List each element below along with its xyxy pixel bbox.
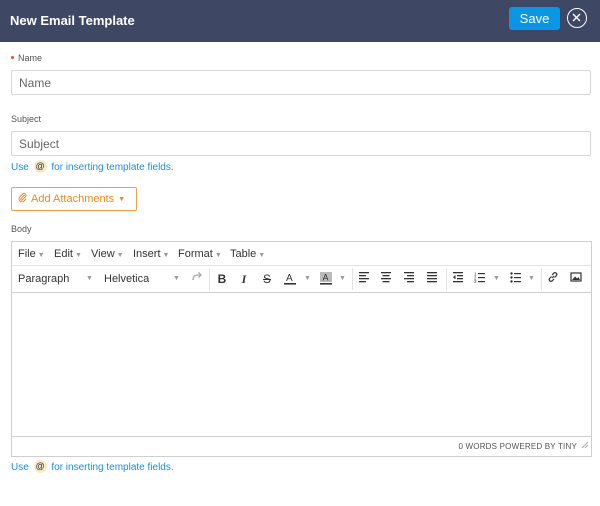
svg-text:A: A: [286, 273, 293, 284]
caret-down-icon: ▼: [304, 275, 311, 282]
resize-handle-icon[interactable]: [581, 436, 589, 454]
image-icon[interactable]: [568, 271, 584, 287]
required-indicator: [11, 56, 14, 60]
text-color-icon[interactable]: A: [282, 271, 298, 287]
menu-insert[interactable]: Insert ▼: [133, 248, 169, 260]
menu-table[interactable]: Table ▼: [230, 248, 265, 260]
body-label: Body: [11, 224, 32, 234]
add-attachments-label: Add Attachments: [31, 193, 115, 205]
editor-toolbar: Paragraph ▼ Helvetica ▼ B I S A ▼ A ▼ 1 …: [12, 266, 591, 293]
modal-header: New Email Template Save: [0, 0, 600, 42]
background-color-icon[interactable]: A: [318, 271, 334, 287]
at-icon: @: [33, 460, 47, 473]
modal-title: New Email Template: [10, 13, 135, 28]
bulleted-list-icon[interactable]: [508, 271, 524, 287]
svg-text:A: A: [323, 273, 329, 283]
caret-down-icon: ▼: [493, 275, 500, 282]
font-family-select[interactable]: Helvetica: [104, 273, 149, 285]
align-justify-icon[interactable]: [424, 271, 440, 287]
subject-label: Subject: [11, 114, 42, 124]
menu-edit[interactable]: Edit ▼: [54, 248, 82, 260]
menu-format[interactable]: Format ▼: [178, 248, 222, 260]
editor-content-area[interactable]: [12, 294, 591, 437]
outdent-icon[interactable]: [450, 271, 466, 287]
name-label: Name: [11, 53, 42, 63]
editor-menubar: File ▼ Edit ▼ View ▼ Insert ▼ Format ▼ Table ▼: [12, 242, 591, 266]
close-button[interactable]: [567, 8, 587, 28]
caret-down-icon: ▼: [339, 275, 346, 282]
numbered-list-icon[interactable]: 123: [472, 271, 488, 287]
italic-icon[interactable]: I: [236, 271, 252, 287]
align-right-icon[interactable]: [401, 271, 417, 287]
bold-icon[interactable]: B: [214, 271, 230, 287]
name-input[interactable]: [11, 70, 591, 95]
add-attachments-button[interactable]: Add Attachments ▼: [11, 187, 137, 211]
rich-text-editor: File ▼ Edit ▼ View ▼ Insert ▼ Format ▼ Table ▼…: [11, 241, 592, 457]
strikethrough-icon[interactable]: S: [259, 271, 275, 287]
toolbar-divider: [541, 268, 542, 290]
subject-input[interactable]: [11, 131, 591, 156]
caret-down-icon: ▼: [173, 275, 180, 282]
caret-down-icon: ▼: [118, 196, 126, 203]
editor-statusbar: 0 WORDS POWERED BY TINY: [12, 436, 591, 456]
at-icon: @: [33, 160, 47, 173]
caret-down-icon: ▼: [86, 275, 93, 282]
align-left-icon[interactable]: [356, 271, 372, 287]
save-button[interactable]: Save: [509, 7, 560, 30]
toolbar-divider: [446, 268, 447, 290]
template-fields-hint: Use @ for inserting template fields.: [11, 460, 174, 473]
template-fields-hint: Use @ for inserting template fields.: [11, 160, 174, 173]
svg-text:3: 3: [474, 279, 477, 283]
caret-down-icon: ▼: [528, 275, 535, 282]
block-format-select[interactable]: Paragraph: [18, 273, 69, 285]
align-center-icon[interactable]: [378, 271, 394, 287]
link-icon[interactable]: [545, 271, 561, 287]
menu-view[interactable]: View ▼: [91, 248, 124, 260]
close-icon: [572, 13, 581, 22]
menu-file[interactable]: File ▼: [18, 248, 45, 260]
paperclip-icon: [18, 188, 27, 210]
toolbar-divider: [209, 268, 210, 290]
toolbar-divider: [352, 268, 353, 290]
redo-icon[interactable]: [189, 271, 205, 287]
word-count-status: 0 WORDS POWERED BY TINY: [458, 442, 577, 451]
